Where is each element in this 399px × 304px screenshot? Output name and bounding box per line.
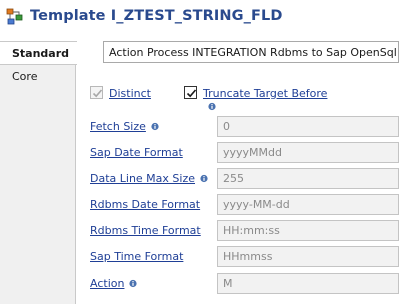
sap-time-format-label[interactable]: Sap Time Format (90, 250, 183, 263)
sap-time-format-row: Sap Time Format HHmmss (90, 246, 399, 268)
tab-standard[interactable]: Standard (0, 41, 77, 65)
data-line-max-size-row: Data Line Max Size 255 (90, 168, 399, 190)
distinct-checkbox[interactable] (90, 86, 103, 99)
rdbms-time-format-label[interactable]: Rdbms Time Format (90, 224, 201, 237)
sap-date-format-field[interactable]: yyyyMMdd (217, 142, 399, 163)
fetch-size-label-wrap: Fetch Size (90, 120, 159, 133)
fetch-size-field[interactable]: 0 (217, 116, 399, 137)
fetch-size-row: Fetch Size 0 (90, 116, 399, 138)
rdbms-date-format-label-wrap: Rdbms Date Format (90, 198, 200, 211)
info-icon[interactable] (200, 173, 208, 183)
truncate-target-label-wrap: Truncate Target Before (203, 87, 327, 113)
rdbms-date-format-label[interactable]: Rdbms Date Format (90, 198, 200, 211)
rdbms-date-format-field[interactable]: yyyy-MM-dd (217, 194, 399, 215)
data-line-max-size-label[interactable]: Data Line Max Size (90, 172, 195, 185)
data-line-max-size-label-wrap: Data Line Max Size (90, 172, 208, 185)
truncate-target-checkbox[interactable] (184, 86, 197, 99)
action-label[interactable]: Action (90, 277, 124, 290)
rdbms-date-format-row: Rdbms Date Format yyyy-MM-dd (90, 194, 399, 216)
standard-panel: Action Process INTEGRATION Rdbms to Sap … (77, 36, 399, 304)
page-title: Template I_ZTEST_STRING_FLD (30, 8, 283, 24)
sap-date-format-label-wrap: Sap Date Format (90, 146, 183, 159)
distinct-label[interactable]: Distinct (109, 87, 151, 100)
action-row: Action M (90, 273, 399, 295)
rdbms-time-format-row: Rdbms Time Format HH:mm:ss (90, 220, 399, 242)
rdbms-time-format-label-wrap: Rdbms Time Format (90, 224, 201, 237)
sap-date-format-row: Sap Date Format yyyyMMdd (90, 142, 399, 164)
action-field[interactable]: M (217, 273, 399, 294)
info-icon[interactable] (129, 278, 138, 288)
template-icon (6, 8, 24, 26)
section-tabs: Standard Core (0, 41, 77, 304)
rdbms-time-format-field[interactable]: HH:mm:ss (217, 220, 399, 241)
info-icon[interactable] (208, 101, 216, 111)
info-icon[interactable] (151, 121, 159, 131)
sap-time-format-label-wrap: Sap Time Format (90, 250, 183, 263)
truncate-target-label[interactable]: Truncate Target Before (203, 87, 327, 100)
action-label-wrap: Action (90, 277, 138, 290)
sap-time-format-field[interactable]: HHmmss (217, 246, 399, 267)
tab-core[interactable]: Core (0, 65, 76, 89)
editor-header: Template I_ZTEST_STRING_FLD (0, 0, 399, 36)
description-field[interactable]: Action Process INTEGRATION Rdbms to Sap … (103, 41, 399, 63)
sap-date-format-label[interactable]: Sap Date Format (90, 146, 183, 159)
data-line-max-size-field[interactable]: 255 (217, 168, 399, 189)
fetch-size-label[interactable]: Fetch Size (90, 120, 146, 133)
